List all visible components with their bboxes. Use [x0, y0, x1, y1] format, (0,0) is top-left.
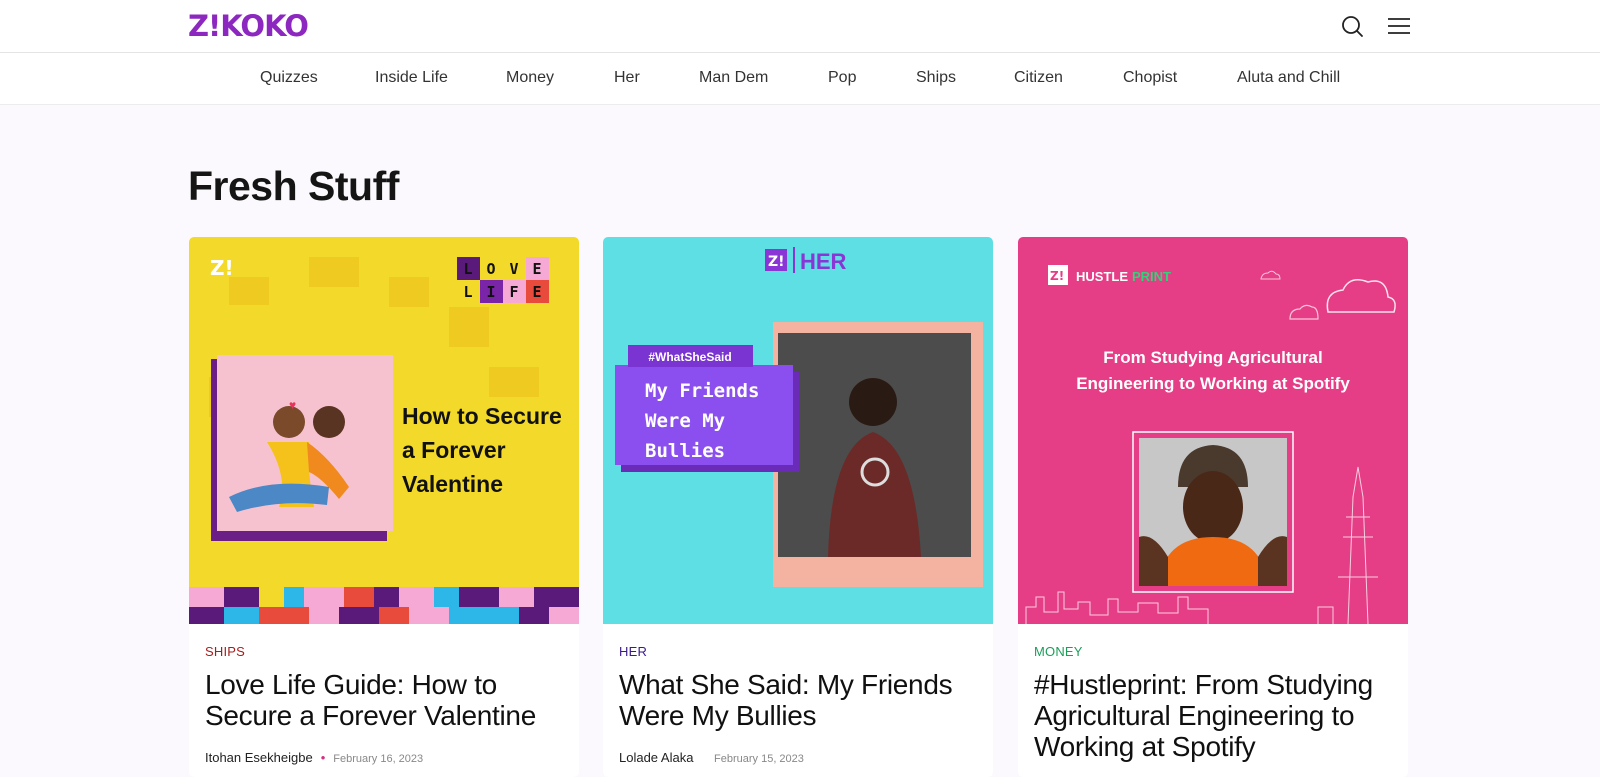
hustleprint-brand-b: PRINT — [1132, 269, 1171, 284]
her-brand: HER — [800, 249, 847, 274]
nav-item-man-dem[interactable]: Man Dem — [699, 69, 768, 87]
article-card[interactable]: Z! L O V E L I F E ♥ How to Secure a For… — [189, 237, 579, 777]
image-headline-line: Valentine — [402, 471, 503, 497]
zikoko-badge: Z! — [210, 256, 234, 280]
separator-dot: • — [320, 750, 326, 765]
search-icon[interactable] — [1339, 13, 1365, 39]
article-title[interactable]: What She Said: My Friends Were My Bullie… — [619, 669, 979, 731]
separator-dot: • — [701, 750, 706, 765]
nav-item-money[interactable]: Money — [506, 69, 554, 87]
image-text-line: My Friends — [645, 380, 759, 402]
publish-date: February 16, 2023 — [333, 753, 424, 765]
tile-letter: V — [509, 260, 518, 278]
nav-item-aluta-and-chill[interactable]: Aluta and Chill — [1237, 69, 1340, 87]
image-headline-line: How to Secure — [402, 403, 562, 429]
zikoko-logo[interactable]: Z!KOKO — [188, 9, 309, 43]
zikoko-badge: Z! — [768, 254, 785, 270]
tile-letter: F — [509, 283, 518, 301]
nav-item-inside-life[interactable]: Inside Life — [375, 69, 448, 87]
nav-item-pop[interactable]: Pop — [828, 69, 856, 87]
tile-letter: E — [532, 260, 541, 278]
section-title: Fresh Stuff — [188, 163, 399, 209]
article-thumbnail[interactable]: Z! HUSTLE PRINT From Studying Agricultur… — [1018, 237, 1408, 624]
author-name[interactable]: Itohan Esekheigbe — [205, 750, 313, 765]
nav-item-chopist[interactable]: Chopist — [1123, 69, 1177, 87]
category-label[interactable]: Ships — [205, 644, 245, 659]
hamburger-menu-icon[interactable] — [1386, 13, 1412, 39]
tile-letter: L — [463, 260, 472, 278]
image-headline-line: a Forever — [402, 437, 506, 463]
tile-letter: I — [486, 283, 495, 301]
svg-text:♥: ♥ — [289, 398, 296, 412]
author-name[interactable]: Lolade Alaka — [619, 750, 693, 765]
image-text-line: Bullies — [645, 440, 725, 462]
image-tag: #WhatSheSaid — [648, 350, 731, 364]
article-meta: Itohan Esekheigbe • February 16, 2023 — [205, 750, 423, 765]
nav-item-quizzes[interactable]: Quizzes — [260, 69, 318, 87]
article-title[interactable]: Love Life Guide: How to Secure a Forever… — [205, 669, 565, 731]
publish-date: February 15, 2023 — [714, 753, 804, 765]
image-headline-line: From Studying Agricultural — [1103, 348, 1322, 367]
tile-letter: E — [532, 283, 541, 301]
top-bar: Z!KOKO — [0, 0, 1600, 53]
category-nav: Quizzes Inside Life Money Her Man Dem Po… — [0, 53, 1600, 105]
category-label[interactable]: Money — [1034, 644, 1083, 659]
article-card[interactable]: Z! HUSTLE PRINT From Studying Agricultur… — [1018, 237, 1408, 777]
tile-letter: L — [463, 283, 472, 301]
article-title[interactable]: #Hustleprint: From Studying Agricultural… — [1034, 669, 1394, 762]
nav-item-her[interactable]: Her — [614, 69, 640, 87]
nav-item-ships[interactable]: Ships — [916, 69, 956, 87]
image-text-line: Were My — [645, 410, 725, 432]
article-card[interactable]: Z! HER #WhatSheSaid My Friends Were My B… — [603, 237, 993, 777]
article-thumbnail[interactable]: Z! L O V E L I F E ♥ How to Secure a For… — [189, 237, 579, 624]
article-meta: Lolade Alaka • February 15, 2023 — [619, 750, 804, 765]
image-headline-line: Engineering to Working at Spotify — [1076, 374, 1350, 393]
zikoko-badge: Z! — [1050, 269, 1064, 283]
article-thumbnail[interactable]: Z! HER #WhatSheSaid My Friends Were My B… — [603, 237, 993, 624]
tile-letter: O — [486, 260, 495, 278]
hustleprint-brand-a: HUSTLE — [1076, 269, 1128, 284]
category-label[interactable]: Her — [619, 644, 647, 659]
nav-item-citizen[interactable]: Citizen — [1014, 69, 1063, 87]
